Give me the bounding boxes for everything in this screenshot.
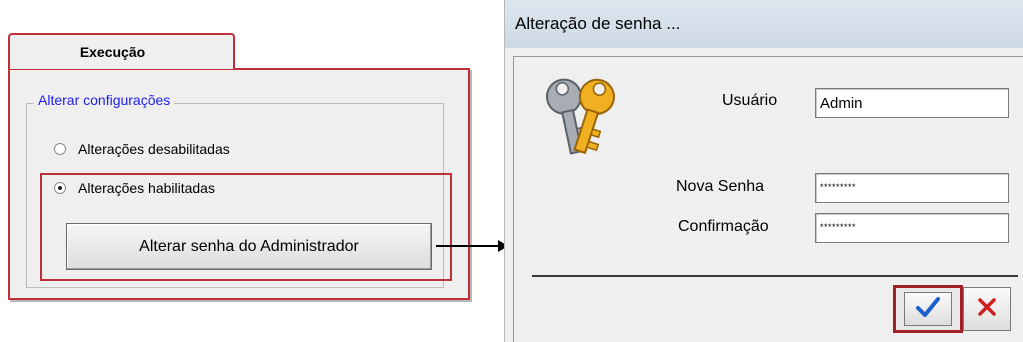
change-admin-password-label: Alterar senha do Administrador	[139, 237, 359, 255]
dialog-title: Alteração de senha ...	[515, 14, 681, 33]
cancel-button[interactable]	[963, 287, 1011, 331]
change-admin-password-button[interactable]: Alterar senha do Administrador	[66, 223, 432, 270]
option-disabled-label: Alterações desabilitadas	[78, 141, 230, 157]
confirm-button[interactable]	[893, 285, 963, 333]
option-enabled-label: Alterações habilitadas	[78, 180, 215, 196]
close-icon	[977, 297, 997, 322]
confirm-password-label: Confirmação	[678, 218, 769, 235]
dialog-titlebar[interactable]: Alteração de senha ...	[505, 0, 1023, 48]
dialog-divider	[532, 275, 1018, 277]
tab-execucao[interactable]: Execução	[8, 33, 235, 69]
confirm-password-field[interactable]: *********	[815, 213, 1009, 243]
new-password-field[interactable]: *********	[815, 173, 1009, 203]
option-enabled[interactable]: Alterações habilitadas	[54, 180, 215, 196]
radio-enabled[interactable]	[54, 182, 66, 194]
radio-disabled[interactable]	[54, 143, 66, 155]
option-disabled[interactable]: Alterações desabilitadas	[54, 141, 230, 157]
user-field[interactable]: Admin	[815, 88, 1009, 118]
group-title: Alterar configurações	[34, 92, 175, 108]
new-password-label: Nova Senha	[676, 178, 765, 195]
arrow-connector	[436, 245, 500, 247]
confirm-button-face[interactable]	[904, 292, 952, 326]
tab-label: Execução	[79, 44, 146, 60]
check-icon	[916, 296, 940, 323]
user-label: Usuário	[722, 92, 778, 109]
keys-icon	[530, 66, 630, 171]
